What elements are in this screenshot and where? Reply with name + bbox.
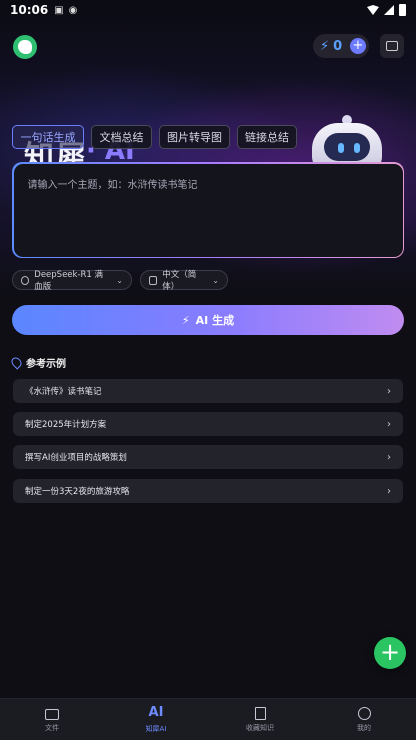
prompt-box bbox=[12, 162, 404, 258]
battery-icon bbox=[399, 4, 406, 16]
profile-icon bbox=[357, 706, 371, 720]
examples-title: 参考示例 bbox=[26, 359, 66, 370]
example-item-label: 制定2025年计划方案 bbox=[25, 420, 107, 430]
logo-icon bbox=[18, 40, 32, 54]
ai-icon: AI bbox=[148, 705, 164, 720]
image-button[interactable] bbox=[380, 34, 404, 58]
status-bar: 10:06 ▣ ◉ bbox=[0, 0, 416, 20]
nav-label: 知犀AI bbox=[145, 725, 167, 733]
chevron-right-icon: › bbox=[387, 485, 391, 497]
credits-value: 0 bbox=[333, 38, 343, 54]
model-icon bbox=[21, 275, 30, 285]
translate-icon bbox=[149, 275, 158, 285]
example-item[interactable]: 制定一份3天2夜的旅游攻略 › bbox=[13, 479, 403, 503]
nav-label: 收藏知识 bbox=[246, 723, 274, 732]
tab-document-summary[interactable]: 文档总结 bbox=[91, 125, 152, 149]
ai-generate-button[interactable]: ⚡ AI 生成 bbox=[12, 305, 404, 335]
language-select-value: 中文（简体） bbox=[162, 270, 197, 292]
notification-icon: ▣ bbox=[54, 4, 64, 16]
nav-item-favorites[interactable]: 收藏知识 bbox=[208, 699, 312, 740]
model-select[interactable]: DeepSeek-R1 满血版 ⌄ bbox=[12, 270, 132, 292]
sync-icon: ◉ bbox=[68, 4, 78, 16]
model-select-value: DeepSeek-R1 满血版 bbox=[34, 270, 104, 292]
prompt-input[interactable] bbox=[27, 175, 389, 245]
tab-link-summary[interactable]: 链接总结 bbox=[237, 125, 297, 149]
wifi-icon bbox=[367, 5, 379, 15]
tab-image-to-mindmap[interactable]: 图片转导图 bbox=[159, 125, 230, 149]
bookmark-icon bbox=[254, 706, 266, 720]
image-icon bbox=[386, 41, 398, 51]
nav-item-profile[interactable]: 我的 bbox=[312, 699, 416, 740]
chevron-down-icon: ⌄ bbox=[116, 275, 123, 285]
tab-one-sentence[interactable]: 一句话生成 bbox=[12, 125, 84, 149]
credits-pill[interactable]: ⚡ 0 + bbox=[313, 34, 369, 58]
language-select[interactable]: 中文（简体） ⌄ bbox=[140, 270, 228, 292]
example-item-label: 《水浒传》读书笔记 bbox=[25, 387, 102, 397]
folder-icon bbox=[45, 708, 59, 720]
nav-label: 文件 bbox=[45, 723, 59, 732]
location-pin-icon bbox=[9, 355, 24, 370]
nav-item-ai[interactable]: AI 知犀AI bbox=[104, 699, 208, 740]
app-logo[interactable] bbox=[13, 35, 37, 59]
nav-item-files[interactable]: 文件 bbox=[0, 699, 104, 740]
example-item[interactable]: 《水浒传》读书笔记 › bbox=[13, 379, 403, 403]
signal-icon bbox=[384, 5, 394, 15]
example-item[interactable]: 制定2025年计划方案 › bbox=[13, 412, 403, 436]
chevron-down-icon: ⌄ bbox=[212, 275, 219, 285]
add-credits-icon[interactable]: + bbox=[350, 38, 366, 54]
robot-face bbox=[324, 133, 370, 161]
add-fab-button[interactable]: + bbox=[374, 637, 406, 669]
bottom-nav: 文件 AI 知犀AI 收藏知识 我的 bbox=[0, 698, 416, 740]
example-item[interactable]: 撰写AI创业项目的战略策划 › bbox=[13, 445, 403, 469]
robot-eye-right bbox=[354, 143, 360, 153]
examples-header: 参考示例 bbox=[9, 355, 66, 370]
robot-eye-left bbox=[338, 143, 344, 153]
bolt-icon: ⚡ bbox=[181, 313, 190, 327]
robot-mascot bbox=[308, 115, 386, 171]
bolt-icon: ⚡ bbox=[320, 38, 330, 54]
chevron-right-icon: › bbox=[387, 418, 391, 430]
chevron-right-icon: › bbox=[387, 385, 391, 397]
chevron-right-icon: › bbox=[387, 451, 391, 463]
example-item-label: 制定一份3天2夜的旅游攻略 bbox=[25, 487, 130, 497]
status-time: 10:06 bbox=[10, 3, 49, 17]
nav-label: 我的 bbox=[357, 723, 371, 732]
ai-generate-label: AI 生成 bbox=[195, 314, 235, 327]
example-item-label: 撰写AI创业项目的战略策划 bbox=[25, 453, 127, 463]
